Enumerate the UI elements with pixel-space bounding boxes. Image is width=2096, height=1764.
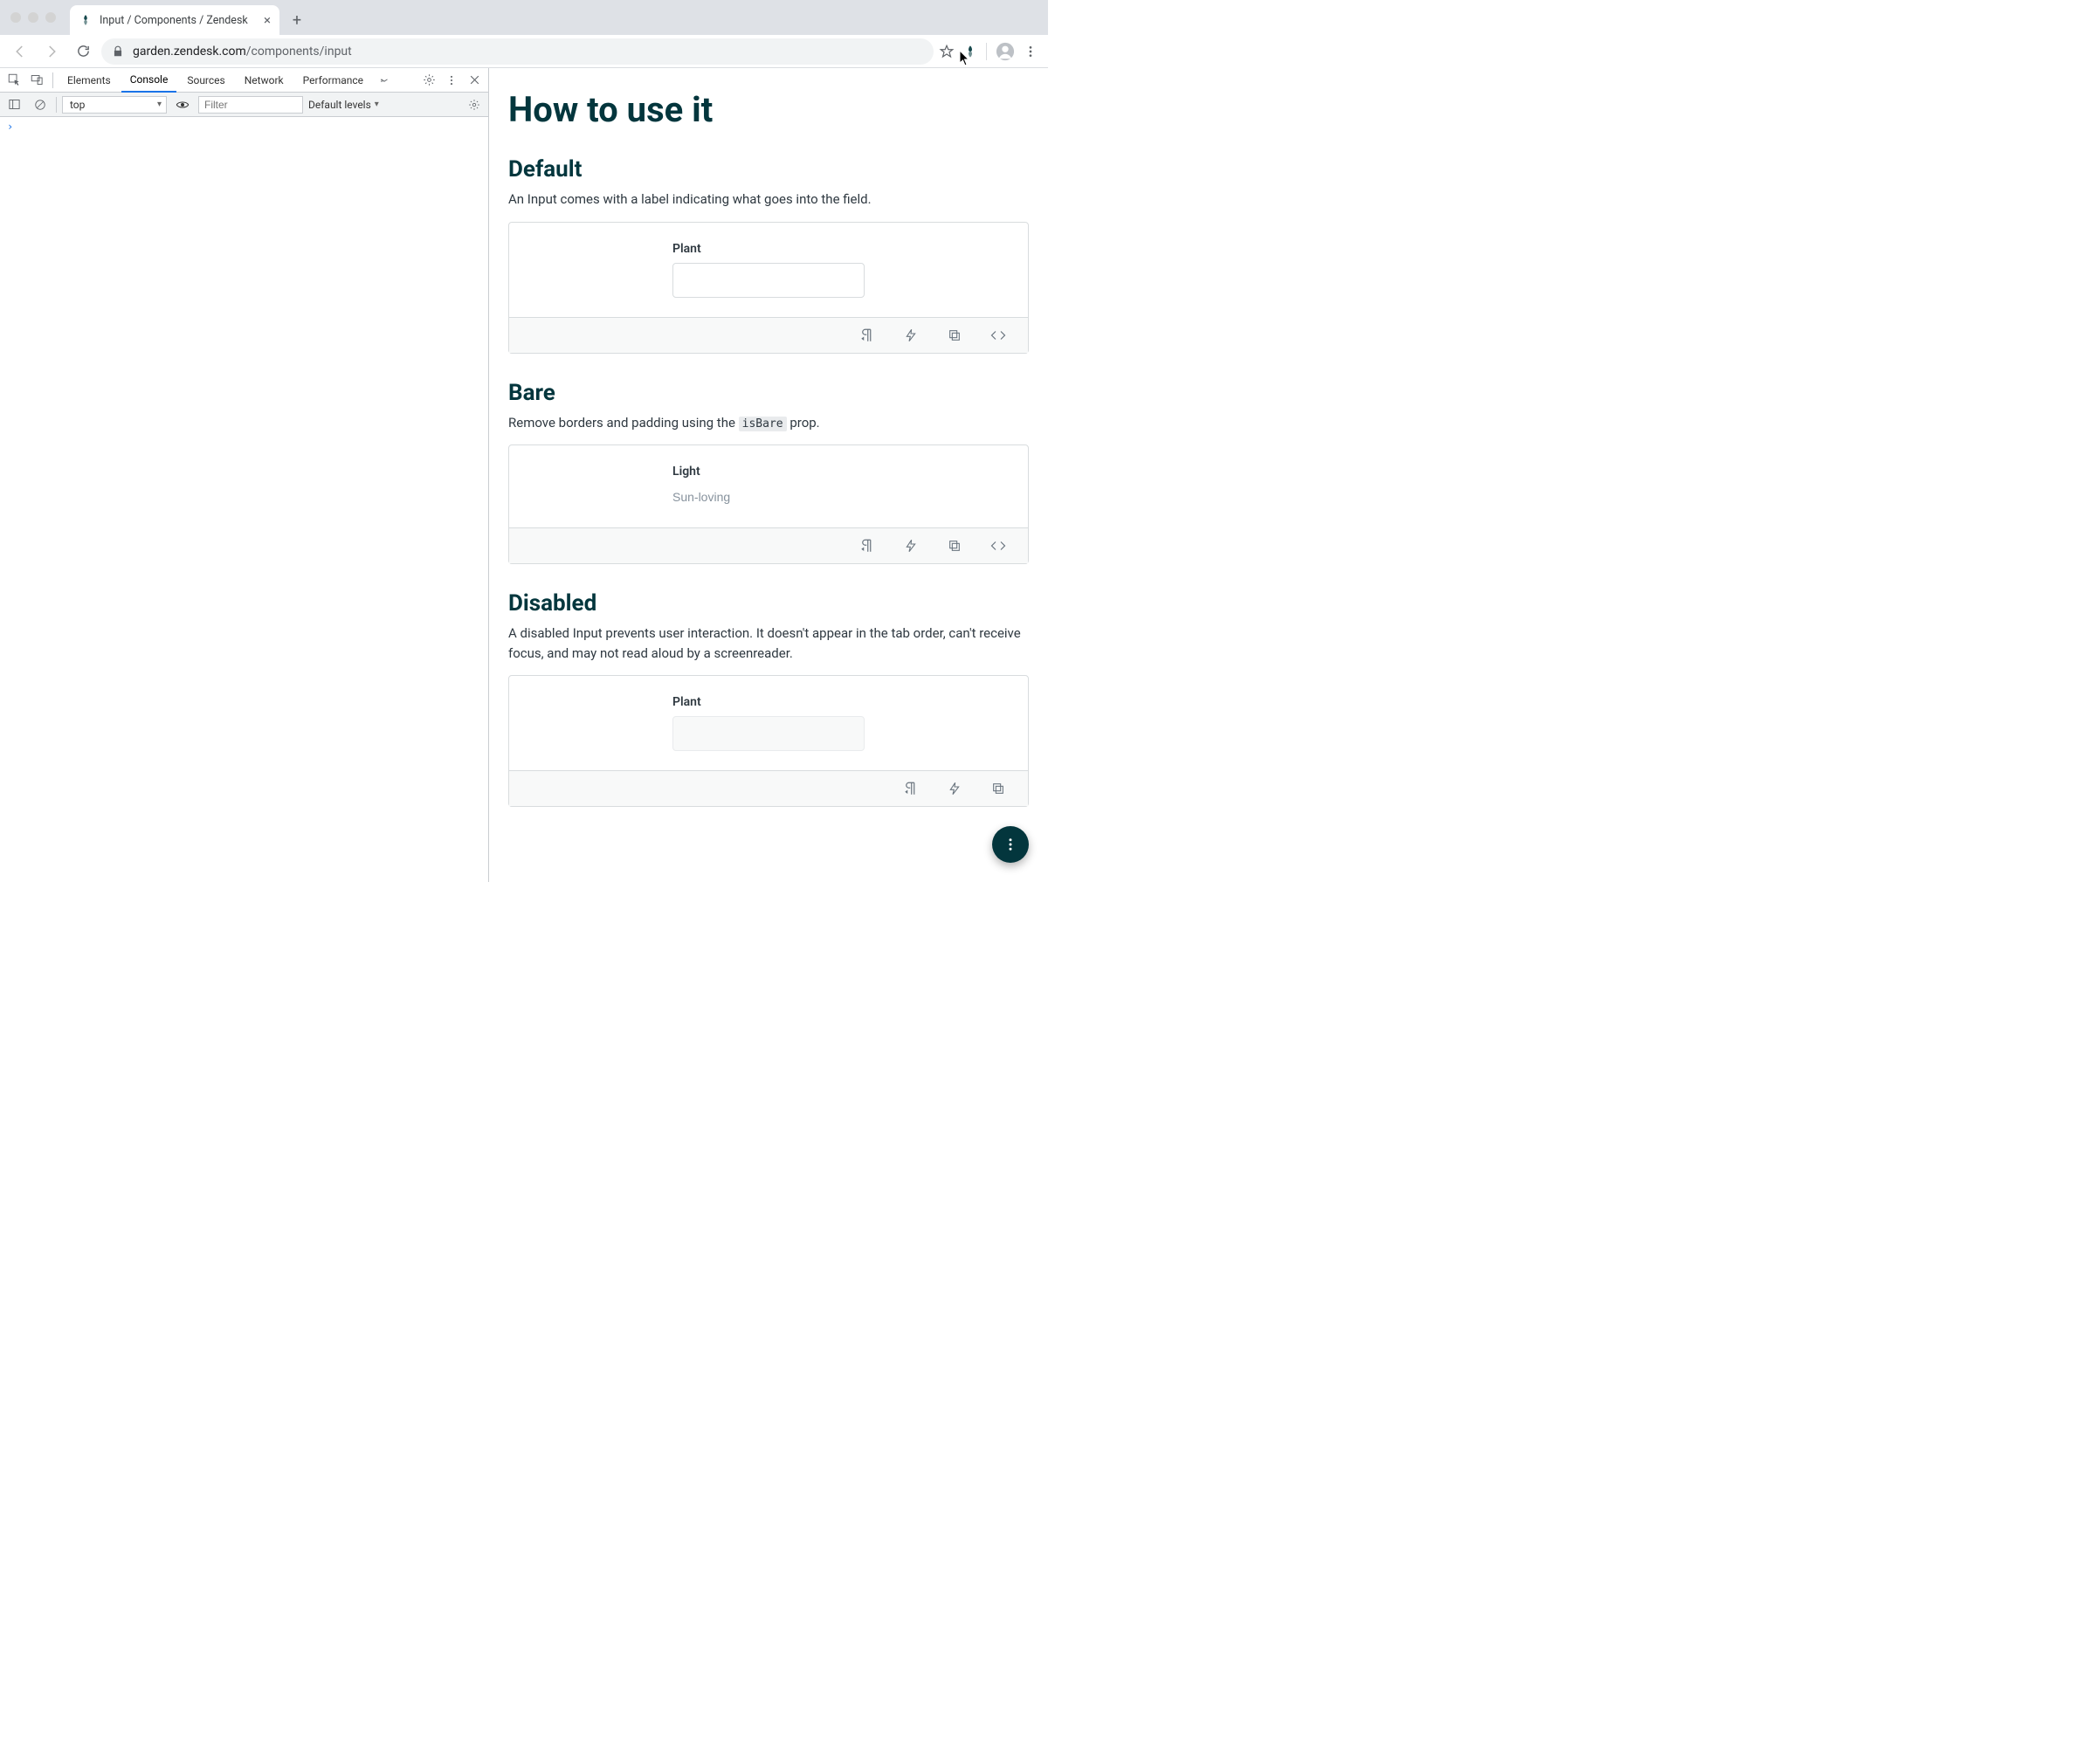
url-path: /components/input (246, 45, 352, 59)
devtools-tab-network[interactable]: Network (236, 68, 293, 93)
input-label-bare: Light (672, 465, 865, 479)
lightning-icon[interactable] (946, 780, 963, 797)
back-button[interactable] (7, 38, 33, 65)
rtl-toggle-icon[interactable] (858, 327, 876, 344)
section-desc-bare: Remove borders and padding using the isB… (508, 413, 1029, 433)
browser-tab[interactable]: Input / Components / Zendesk × (70, 5, 279, 35)
devtools-tab-bar: Elements Console Sources Network Perform… (0, 68, 488, 93)
lightning-icon[interactable] (902, 327, 920, 344)
forward-button[interactable] (38, 38, 65, 65)
input-label-default: Plant (672, 242, 865, 256)
input-default[interactable] (672, 263, 865, 298)
devtools-menu-icon[interactable] (441, 70, 462, 91)
devtools-panel: Elements Console Sources Network Perform… (0, 68, 489, 882)
copy-icon[interactable] (946, 327, 963, 344)
window-controls (10, 12, 56, 23)
console-filter-input[interactable] (198, 96, 303, 114)
example-default: Plant (508, 222, 1029, 354)
copy-icon[interactable] (946, 537, 963, 555)
page-content[interactable]: How to use it Default An Input comes wit… (489, 68, 1048, 882)
code-icon[interactable] (989, 327, 1007, 344)
example-actions (509, 770, 1028, 806)
clear-console-icon[interactable] (30, 94, 51, 115)
browser-tab-strip: Input / Components / Zendesk × + (0, 0, 1048, 35)
maximize-window-dot[interactable] (45, 12, 56, 23)
example-actions (509, 527, 1028, 563)
browser-toolbar: garden.zendesk.com/components/input (0, 35, 1048, 68)
section-heading-default: Default (508, 156, 1029, 183)
console-toolbar: top Default levels ▾ (0, 93, 488, 117)
example-disabled: Plant (508, 675, 1029, 807)
log-levels-select[interactable]: Default levels ▾ (308, 99, 379, 111)
devtools-tab-console[interactable]: Console (121, 68, 177, 93)
page-fab-button[interactable] (992, 826, 1029, 863)
devtools-close-icon[interactable] (464, 70, 485, 91)
profile-avatar-icon[interactable] (996, 42, 1015, 61)
devtools-tab-elements[interactable]: Elements (59, 68, 120, 93)
close-window-dot[interactable] (10, 12, 21, 23)
section-desc-disabled: A disabled Input prevents user interacti… (508, 624, 1029, 663)
lightning-icon[interactable] (902, 537, 920, 555)
address-bar[interactable]: garden.zendesk.com/components/input (101, 38, 934, 65)
device-toolbar-icon[interactable] (26, 70, 47, 91)
code-isbare: isBare (739, 417, 787, 431)
input-bare[interactable] (672, 486, 865, 508)
example-actions (509, 317, 1028, 353)
copy-icon[interactable] (989, 780, 1007, 797)
example-bare: Light (508, 444, 1029, 564)
input-label-disabled: Plant (672, 695, 865, 709)
devtools-settings-icon[interactable] (418, 70, 439, 91)
input-disabled (672, 716, 865, 751)
live-expression-icon[interactable] (172, 94, 193, 115)
page-title: How to use it (508, 89, 1029, 130)
devtools-tab-sources[interactable]: Sources (178, 68, 233, 93)
new-tab-button[interactable]: + (285, 8, 309, 32)
tab-title: Input / Components / Zendesk (100, 14, 257, 27)
url-host: garden.zendesk.com (133, 45, 246, 59)
url-text: garden.zendesk.com/components/input (133, 45, 352, 59)
rtl-toggle-icon[interactable] (902, 780, 920, 797)
rtl-toggle-icon[interactable] (858, 537, 876, 555)
lock-icon (112, 45, 124, 58)
extension-garden-icon[interactable] (963, 45, 977, 59)
section-heading-bare: Bare (508, 380, 1029, 406)
svg-text:»: » (380, 75, 383, 84)
inspect-element-icon[interactable] (3, 70, 24, 91)
minimize-window-dot[interactable] (28, 12, 38, 23)
section-heading-disabled: Disabled (508, 590, 1029, 617)
code-icon[interactable] (989, 537, 1007, 555)
console-sidebar-toggle-icon[interactable] (3, 94, 24, 115)
console-output[interactable]: › (0, 117, 488, 882)
close-tab-icon[interactable]: × (264, 12, 271, 28)
console-context-select[interactable]: top (62, 96, 167, 114)
reload-button[interactable] (70, 38, 96, 65)
console-prompt-chevron: › (7, 121, 13, 133)
devtools-tab-performance[interactable]: Performance (294, 68, 372, 93)
toolbar-divider (986, 43, 987, 60)
zendesk-garden-favicon (79, 13, 93, 27)
console-settings-icon[interactable] (464, 94, 485, 115)
section-desc-default: An Input comes with a label indicating w… (508, 189, 1029, 210)
bookmark-star-icon[interactable] (939, 44, 955, 59)
more-tabs-icon[interactable]: » (374, 70, 395, 91)
chrome-menu-icon[interactable] (1024, 45, 1038, 59)
